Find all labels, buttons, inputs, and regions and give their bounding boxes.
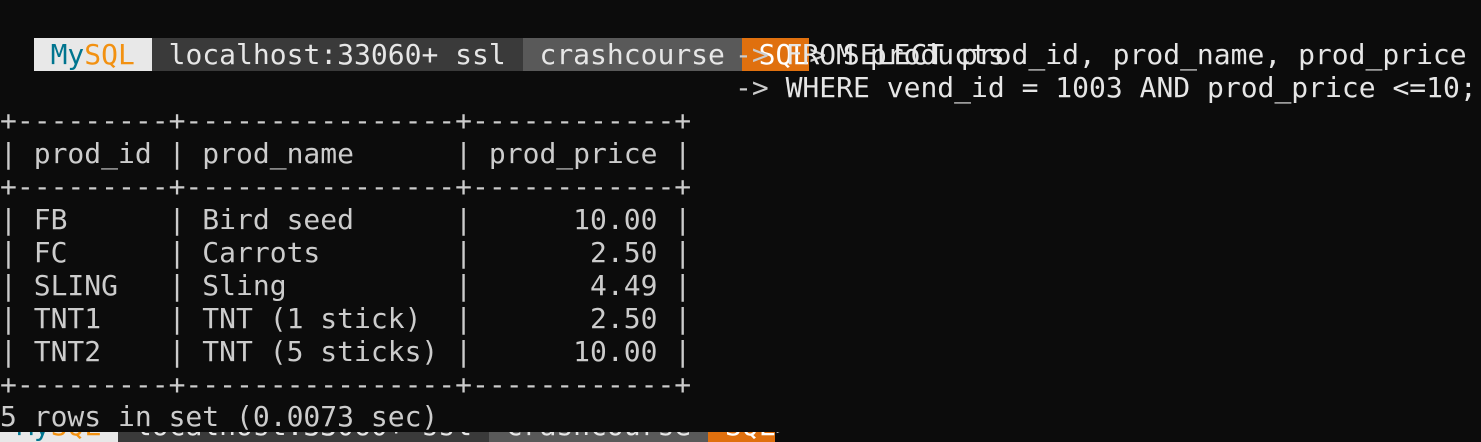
continuation-arrow: -> — [735, 38, 769, 71]
table-border: +---------+----------------+------------… — [0, 368, 692, 401]
table-border: +---------+----------------+------------… — [0, 170, 692, 203]
next-prompt-line: MySQL localhost:33060+ ssl crashcourse S… — [0, 432, 792, 442]
status-line: 5 rows in set (0.0073 sec) — [0, 400, 439, 433]
table-header-row: | prod_id | prod_name | prod_price | — [0, 137, 692, 170]
continuation-line-3: -> WHERE vend_id = 1003 AND prod_price <… — [735, 71, 1477, 104]
continuation-line-2: -> FROM products — [735, 38, 1005, 71]
mysql-brand-my: My — [50, 38, 85, 71]
table-row: | FB | Bird seed | 10.00 | — [0, 203, 692, 236]
table-row: | FC | Carrots | 2.50 | — [0, 236, 692, 269]
schema-text: crashcourse — [539, 38, 725, 71]
mysql-brand-segment: MySQL — [33, 38, 152, 71]
mysql-brand-segment: MySQL — [0, 432, 119, 442]
table-row: | TNT1 | TNT (1 stick) | 2.50 | — [0, 302, 692, 335]
mode-segment: SQL — [708, 432, 776, 442]
host-segment: localhost:33060+ ssl — [151, 38, 523, 71]
schema-segment: crashcourse — [522, 38, 742, 71]
schema-segment: crashcourse — [488, 432, 709, 442]
table-border: +---------+----------------+------------… — [0, 104, 692, 137]
query-line-2[interactable]: FROM products — [786, 38, 1005, 71]
host-text: localhost:33060+ ssl — [168, 38, 506, 71]
query-line-3[interactable]: WHERE vend_id = 1003 AND prod_price <=10… — [786, 71, 1477, 104]
continuation-arrow: -> — [735, 71, 769, 104]
mysql-brand-sql: SQL — [84, 38, 135, 71]
table-row: | SLING | Sling | 4.49 | — [0, 269, 692, 302]
prompt-line: MySQL localhost:33060+ ssl crashcourse S… — [0, 5, 1467, 71]
table-row: | TNT2 | TNT (5 sticks) | 10.00 | — [0, 335, 692, 368]
host-segment: localhost:33060+ ssl — [118, 432, 489, 442]
